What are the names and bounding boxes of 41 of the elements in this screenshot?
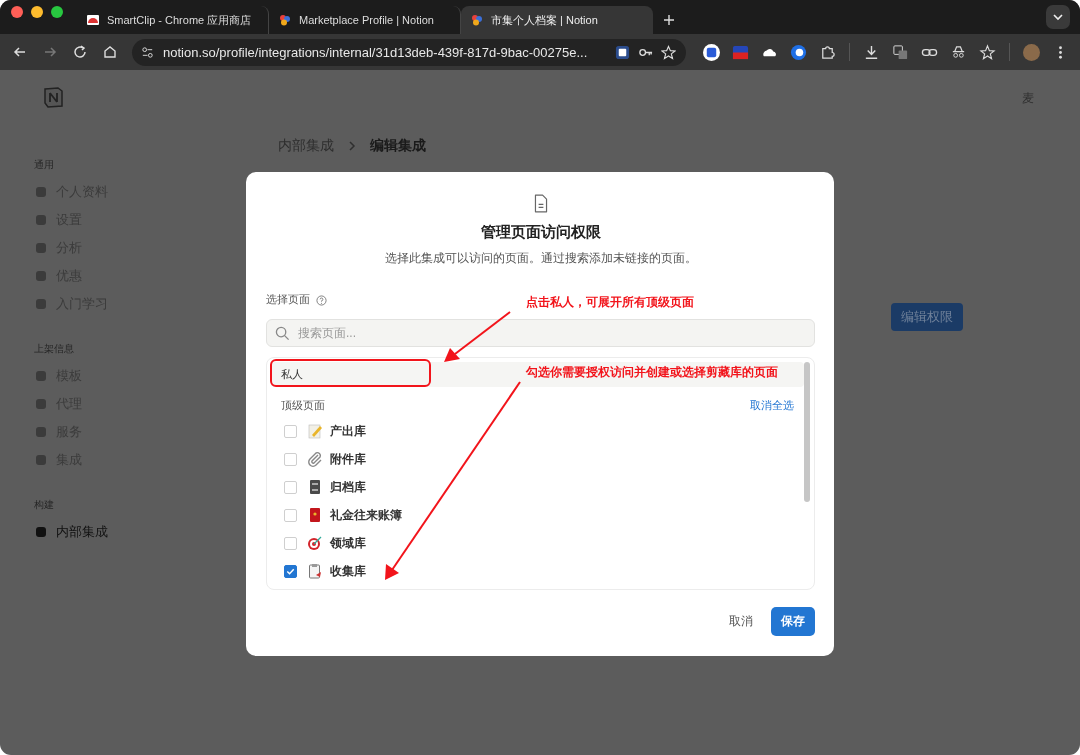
- chevron-right-icon: [348, 140, 356, 152]
- annotation-arrow: [444, 311, 511, 362]
- search-icon: [275, 326, 290, 341]
- page-name: 归档库: [330, 478, 366, 496]
- page-name: 收集库: [330, 562, 366, 580]
- search-field[interactable]: 搜索页面...: [266, 319, 815, 347]
- minimize-window-button[interactable]: [31, 6, 43, 18]
- book-icon: [307, 507, 323, 523]
- breadcrumb-item: 编辑集成: [370, 137, 426, 155]
- save-button[interactable]: 保存: [771, 607, 815, 636]
- dialog-title: 管理页面访问权限: [480, 223, 601, 242]
- select-pages-label: 选择页面: [266, 293, 310, 307]
- bookmark-star-icon[interactable]: [661, 44, 676, 60]
- annotation-text: 点击私人，可展开所有顶级页面: [526, 294, 694, 311]
- annotation-text: 勾选你需要授权访问并创建或选择剪藏库的页面: [526, 364, 778, 381]
- page-name: 礼金往来账簿: [330, 506, 402, 524]
- clipboard-icon: [307, 563, 323, 579]
- scrollbar-thumb[interactable]: [804, 362, 810, 502]
- help-icon[interactable]: [316, 294, 327, 306]
- paperclip-icon: [307, 451, 323, 467]
- browser-tab[interactable]: 市集个人档案 | Notion: [461, 6, 653, 34]
- page-name: 附件库: [330, 450, 366, 468]
- address-bar[interactable]: notion.so/profile/integrations/internal/31d13deb-439f-817d-9bac-00275e...: [132, 38, 686, 66]
- new-tab-icon[interactable]: [663, 14, 675, 26]
- deselect-all-link[interactable]: 取消全选: [750, 399, 794, 413]
- memo-icon: [307, 423, 323, 439]
- notion-logo[interactable]: [42, 86, 64, 108]
- tab-search-button[interactable]: [1046, 5, 1070, 29]
- site-settings-icon[interactable]: [140, 44, 155, 60]
- edit-permissions-button[interactable]: 编辑权限: [891, 303, 963, 331]
- checkbox[interactable]: [284, 564, 297, 578]
- target-icon: [307, 535, 323, 551]
- page-name: 领域库: [330, 534, 366, 552]
- zoom-window-button[interactable]: [51, 6, 63, 18]
- cancel-button[interactable]: 取消: [727, 609, 755, 634]
- close-window-button[interactable]: [11, 6, 23, 18]
- file-cabinet-icon: [307, 479, 323, 495]
- sidebar-item[interactable]: 内部集成: [34, 518, 246, 546]
- page-name: 产出库: [330, 422, 366, 440]
- dialog-subtitle: 选择此集成可以访问的页面。通过搜索添加未链接的页面。: [384, 250, 697, 267]
- group-label: 顶级页面: [281, 399, 325, 413]
